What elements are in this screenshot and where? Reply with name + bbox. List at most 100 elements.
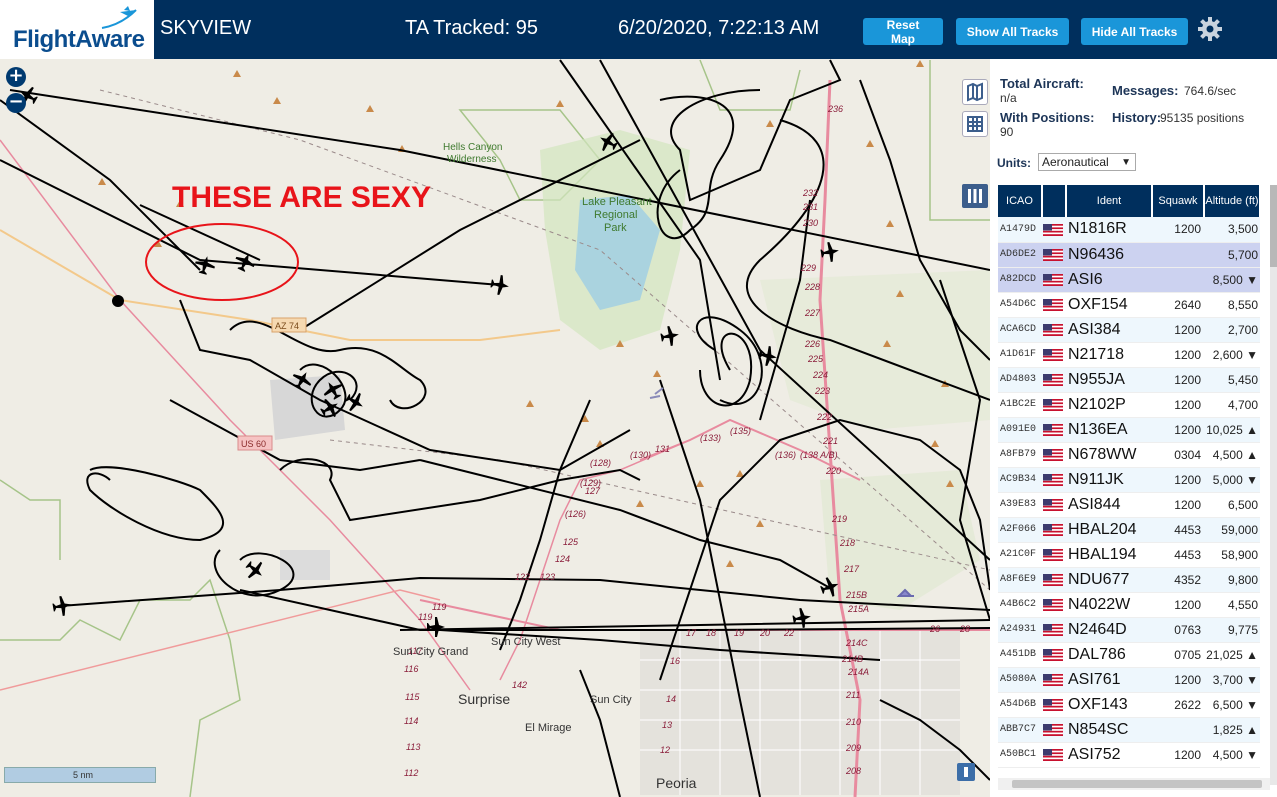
column-header-icao[interactable]: ICAO <box>998 185 1043 217</box>
svg-text:(130): (130) <box>630 450 651 460</box>
table-row[interactable]: A8FB79 N678WW 0304 4,500 ▲ <box>998 442 1260 468</box>
table-row[interactable]: A82DCD ASI6 8,500 ▼ <box>998 267 1260 293</box>
table-row[interactable]: A091E0 N136EA 1200 10,025 ▲ <box>998 417 1260 443</box>
table-row[interactable]: A54D6B OXF143 2622 6,500 ▼ <box>998 692 1260 718</box>
table-row[interactable]: A1BC2E N2102P 1200 4,700 <box>998 392 1260 418</box>
squawk-cell: 1200 <box>1152 492 1204 518</box>
table-row[interactable]: A1479D N1816R 1200 3,500 <box>998 217 1260 243</box>
hide-all-tracks-button[interactable]: Hide All Tracks <box>1081 18 1188 45</box>
table-row[interactable]: AC9B34 N911JK 1200 5,000 ▼ <box>998 467 1260 493</box>
flag-cell <box>1042 567 1066 593</box>
altitude-trend-icon: ▼ <box>1246 347 1258 362</box>
altitude-cell: 10,025 ▲ <box>1204 417 1260 443</box>
fullscreen-button[interactable] <box>957 763 975 781</box>
ident-cell[interactable]: OXF143 <box>1066 692 1152 718</box>
ident-cell[interactable]: N1816R <box>1066 217 1152 243</box>
ident-cell[interactable]: N21718 <box>1066 342 1152 368</box>
plane-icon <box>660 325 679 347</box>
altitude-cell: 4,500 ▲ <box>1204 442 1260 468</box>
altitude-value: 2,600 <box>1212 347 1243 362</box>
map-layers-button[interactable] <box>962 79 988 105</box>
scrollbar-thumb[interactable] <box>1270 185 1277 267</box>
plane-icon <box>245 561 263 579</box>
column-header-altitude[interactable]: Altitude (ft) <box>1204 185 1261 217</box>
ident-cell[interactable]: ASI384 <box>1066 317 1152 343</box>
table-horizontal-scrollbar[interactable] <box>998 778 1270 790</box>
ident-cell[interactable]: ASI6 <box>1066 267 1152 293</box>
panel-vertical-scrollbar[interactable] <box>1270 185 1277 785</box>
table-row[interactable]: A5080A ASI761 1200 3,700 ▼ <box>998 667 1260 693</box>
ident-cell[interactable]: N2464D <box>1066 617 1152 643</box>
map-view[interactable]: 236 232 231 230 229 228 227 226 225 224 223 222 … <box>0 59 990 797</box>
ident-cell[interactable]: ASI761 <box>1066 667 1152 693</box>
flag-cell <box>1042 517 1066 543</box>
table-row[interactable]: A21C0F HBAL194 4453 58,900 <box>998 542 1260 568</box>
gear-icon[interactable] <box>1197 16 1223 42</box>
ident-cell[interactable]: N678WW <box>1066 442 1152 468</box>
zoom-out-button[interactable]: − <box>6 93 26 113</box>
units-select[interactable]: Aeronautical ▼ <box>1038 153 1136 171</box>
ident-cell[interactable]: N4022W <box>1066 592 1152 618</box>
altitude-trend-icon: ▲ <box>1246 722 1258 737</box>
altitude-value: 21,025 <box>1206 647 1243 662</box>
flag-cell <box>1042 617 1066 643</box>
ident-cell[interactable]: OXF154 <box>1066 292 1152 318</box>
ident-cell[interactable]: DAL786 <box>1066 642 1152 668</box>
svg-text:119: 119 <box>418 612 432 622</box>
ident-cell[interactable]: ASI752 <box>1066 742 1152 768</box>
flag-cell <box>1042 442 1066 468</box>
ident-cell[interactable]: N911JK <box>1066 467 1152 493</box>
ident-cell[interactable]: N96436 <box>1066 242 1152 268</box>
ident-cell[interactable]: HBAL204 <box>1066 517 1152 543</box>
table-row[interactable]: A4B6C2 N4022W 1200 4,550 <box>998 592 1260 618</box>
us60-label: US 60 <box>241 439 266 449</box>
toggle-panel-button[interactable] <box>962 184 988 208</box>
flag-cell <box>1042 267 1066 293</box>
column-header-ident[interactable]: Ident <box>1066 185 1153 217</box>
ident-cell[interactable]: N955JA <box>1066 367 1152 393</box>
receiver-location-marker <box>112 295 124 307</box>
svg-text:218: 218 <box>839 538 855 548</box>
reset-map-button[interactable]: Reset Map <box>863 18 943 46</box>
table-row[interactable]: A24931 N2464D 0763 9,775 <box>998 617 1260 643</box>
show-all-tracks-button[interactable]: Show All Tracks <box>956 18 1069 45</box>
map-grid-button[interactable] <box>962 111 988 137</box>
table-row[interactable]: A451DB DAL786 0705 21,025 ▲ <box>998 642 1260 668</box>
altitude-value: 1,825 <box>1212 722 1243 737</box>
history-label: History: <box>1112 110 1162 125</box>
ident-cell[interactable]: N2102P <box>1066 392 1152 418</box>
table-row[interactable]: AD6DE2 N96436 5,700 <box>998 242 1260 268</box>
svg-text:215B: 215B <box>845 590 867 600</box>
column-header-squawk[interactable]: Squawk <box>1152 185 1205 217</box>
map-canvas[interactable]: 236232231 230229228 227226225 224223222 … <box>0 59 990 797</box>
ident-cell[interactable]: ASI844 <box>1066 492 1152 518</box>
ident-cell[interactable]: N136EA <box>1066 417 1152 443</box>
table-row[interactable]: A8F6E9 NDU677 4352 9,800 <box>998 567 1260 593</box>
svg-text:231: 231 <box>802 202 818 212</box>
aircraft-table-container[interactable]: ICAO Ident Squawk Altitude (ft) A1479D N1… <box>998 185 1268 797</box>
ident-cell[interactable]: NDU677 <box>1066 567 1152 593</box>
table-row[interactable]: AD4803 N955JA 1200 5,450 <box>998 367 1260 393</box>
table-row[interactable]: A39E83 ASI844 1200 6,500 <box>998 492 1260 518</box>
ident-cell[interactable]: N854SC <box>1066 717 1152 743</box>
svg-text:13: 13 <box>662 720 672 730</box>
table-row[interactable]: A50BC1 ASI752 1200 4,500 ▼ <box>998 742 1260 768</box>
icao-cell: A82DCD <box>998 267 1042 293</box>
table-row[interactable]: ACA6CD ASI384 1200 2,700 <box>998 317 1260 343</box>
table-row[interactable]: A1D61F N21718 1200 2,600 ▼ <box>998 342 1260 368</box>
altitude-cell: 8,500 ▼ <box>1204 267 1260 293</box>
table-row[interactable]: ABB7C7 N854SC 1,825 ▲ <box>998 717 1260 743</box>
icao-cell: A1BC2E <box>998 392 1042 418</box>
aircraft-table-body: A1479D N1816R 1200 3,500 AD6DE2 N96436 5,700 … <box>998 217 1260 768</box>
icao-cell: A54D6B <box>998 692 1042 718</box>
flightaware-logo[interactable]: FlightAware <box>0 0 154 59</box>
ident-cell[interactable]: HBAL194 <box>1066 542 1152 568</box>
flag-cell <box>1042 542 1066 568</box>
us-flag-icon <box>1043 524 1063 537</box>
svg-text:(128): (128) <box>590 458 611 468</box>
table-row[interactable]: A2F066 HBAL204 4453 59,000 <box>998 517 1260 543</box>
zoom-in-button[interactable]: + <box>6 67 26 87</box>
table-row[interactable]: A54D6C OXF154 2640 8,550 <box>998 292 1260 318</box>
scrollbar-thumb[interactable] <box>1012 780 1262 788</box>
svg-text:222: 222 <box>816 412 832 422</box>
